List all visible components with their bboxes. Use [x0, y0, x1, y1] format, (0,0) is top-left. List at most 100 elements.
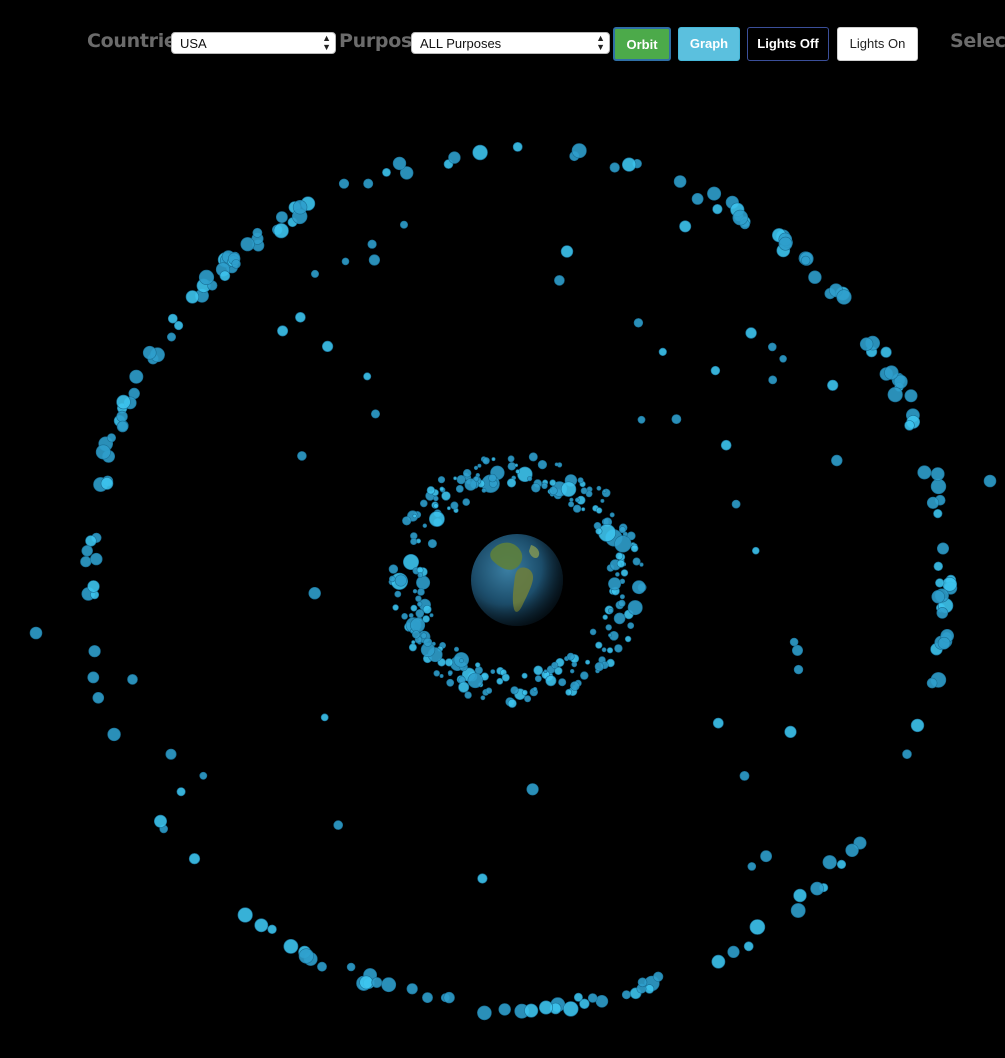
satellite-marker[interactable] — [618, 599, 626, 608]
satellite-marker[interactable] — [632, 580, 646, 595]
satellite-marker[interactable] — [363, 372, 372, 381]
satellite-marker[interactable] — [402, 516, 412, 526]
satellite-marker[interactable] — [29, 626, 43, 640]
satellite-marker[interactable] — [446, 678, 455, 687]
satellite-marker[interactable] — [789, 637, 799, 647]
satellite-marker[interactable] — [930, 478, 947, 495]
satellite-marker[interactable] — [273, 223, 289, 239]
satellite-marker[interactable] — [836, 859, 847, 870]
satellite-marker[interactable] — [614, 535, 632, 553]
satellite-marker[interactable] — [571, 143, 587, 159]
satellite-marker[interactable] — [616, 559, 626, 568]
satellite-marker[interactable] — [720, 439, 732, 451]
satellite-marker[interactable] — [477, 463, 482, 468]
satellite-marker[interactable] — [749, 919, 766, 935]
satellite-marker[interactable] — [673, 175, 687, 188]
satellite-marker[interactable] — [537, 460, 548, 470]
satellite-marker[interactable] — [81, 545, 93, 557]
satellite-marker[interactable] — [618, 526, 626, 534]
satellite-marker[interactable] — [381, 977, 397, 993]
satellite-marker[interactable] — [308, 586, 321, 600]
satellite-marker[interactable] — [810, 881, 824, 896]
satellite-marker[interactable] — [392, 604, 399, 611]
satellite-marker[interactable] — [346, 962, 356, 972]
satellite-marker[interactable] — [793, 664, 804, 675]
satellite-marker[interactable] — [790, 903, 806, 918]
satellite-marker[interactable] — [90, 552, 103, 566]
satellite-marker[interactable] — [880, 346, 892, 358]
satellite-marker[interactable] — [295, 311, 306, 323]
satellite-marker[interactable] — [445, 658, 454, 667]
satellite-marker[interactable] — [779, 354, 787, 363]
satellite-marker[interactable] — [399, 220, 408, 229]
satellite-marker[interactable] — [589, 628, 597, 636]
satellite-marker[interactable] — [506, 478, 517, 488]
satellite-marker[interactable] — [498, 1003, 511, 1016]
satellite-marker[interactable] — [554, 462, 559, 467]
satellite-marker[interactable] — [419, 499, 428, 508]
satellite-marker[interactable] — [341, 257, 350, 266]
satellite-marker[interactable] — [488, 473, 497, 483]
satellite-marker[interactable] — [237, 907, 253, 923]
satellite-marker[interactable] — [408, 643, 417, 652]
satellite-marker[interactable] — [415, 609, 425, 618]
satellite-marker[interactable] — [731, 499, 741, 509]
satellite-marker[interactable] — [401, 612, 408, 620]
satellite-marker[interactable] — [267, 924, 277, 934]
satellite-marker[interactable] — [87, 580, 100, 593]
satellite-marker[interactable] — [595, 994, 609, 1008]
satellite-marker[interactable] — [630, 544, 639, 553]
satellite-marker[interactable] — [609, 162, 620, 173]
satellite-marker[interactable] — [188, 853, 201, 865]
satellite-marker[interactable] — [614, 644, 623, 653]
satellite-marker[interactable] — [620, 569, 629, 577]
satellite-marker[interactable] — [199, 771, 208, 780]
satellite-marker[interactable] — [433, 670, 440, 677]
satellite-marker[interactable] — [573, 992, 583, 1002]
satellite-marker[interactable] — [563, 1001, 579, 1017]
satellite-marker[interactable] — [447, 670, 453, 676]
satellite-marker[interactable] — [496, 677, 504, 685]
satellite-marker[interactable] — [367, 239, 377, 249]
satellite-marker[interactable] — [531, 483, 541, 493]
satellite-marker[interactable] — [560, 481, 577, 497]
satellite-marker[interactable] — [793, 888, 807, 903]
satellite-marker[interactable] — [443, 991, 455, 1004]
satellite-marker[interactable] — [95, 444, 111, 460]
satellite-marker[interactable] — [615, 572, 620, 577]
satellite-marker[interactable] — [456, 475, 466, 485]
satellite-marker[interactable] — [198, 269, 215, 286]
satellite-marker[interactable] — [568, 501, 575, 508]
satellite-marker[interactable] — [455, 484, 464, 493]
satellite-marker[interactable] — [549, 479, 557, 487]
satellite-marker[interactable] — [510, 686, 519, 695]
satellite-marker[interactable] — [608, 577, 622, 591]
satellite-marker[interactable] — [653, 971, 664, 982]
satellite-marker[interactable] — [658, 347, 667, 357]
satellite-marker[interactable] — [596, 485, 602, 491]
satellite-marker[interactable] — [176, 787, 186, 797]
satellite-marker[interactable] — [423, 637, 433, 647]
satellite-marker[interactable] — [427, 539, 437, 549]
satellite-marker[interactable] — [526, 783, 539, 796]
satellite-marker[interactable] — [482, 457, 490, 465]
satellite-marker[interactable] — [275, 211, 288, 223]
satellite-marker[interactable] — [747, 862, 757, 871]
satellite-marker[interactable] — [410, 604, 418, 612]
satellite-marker[interactable] — [475, 662, 481, 668]
satellite-marker[interactable] — [167, 313, 178, 324]
satellite-marker[interactable] — [800, 255, 811, 266]
satellite-marker[interactable] — [433, 503, 439, 509]
satellite-marker[interactable] — [338, 178, 350, 189]
satellite-marker[interactable] — [933, 508, 943, 519]
satellite-marker[interactable] — [477, 873, 488, 884]
satellite-marker[interactable] — [165, 748, 177, 760]
satellite-marker[interactable] — [185, 290, 200, 304]
satellite-marker[interactable] — [538, 1000, 553, 1015]
satellite-marker[interactable] — [587, 993, 598, 1003]
satellite-marker[interactable] — [983, 474, 997, 488]
satellite-marker[interactable] — [608, 633, 612, 638]
satellite-marker[interactable] — [859, 337, 874, 351]
satellite-marker[interactable] — [310, 269, 319, 278]
satellite-marker[interactable] — [831, 454, 843, 467]
